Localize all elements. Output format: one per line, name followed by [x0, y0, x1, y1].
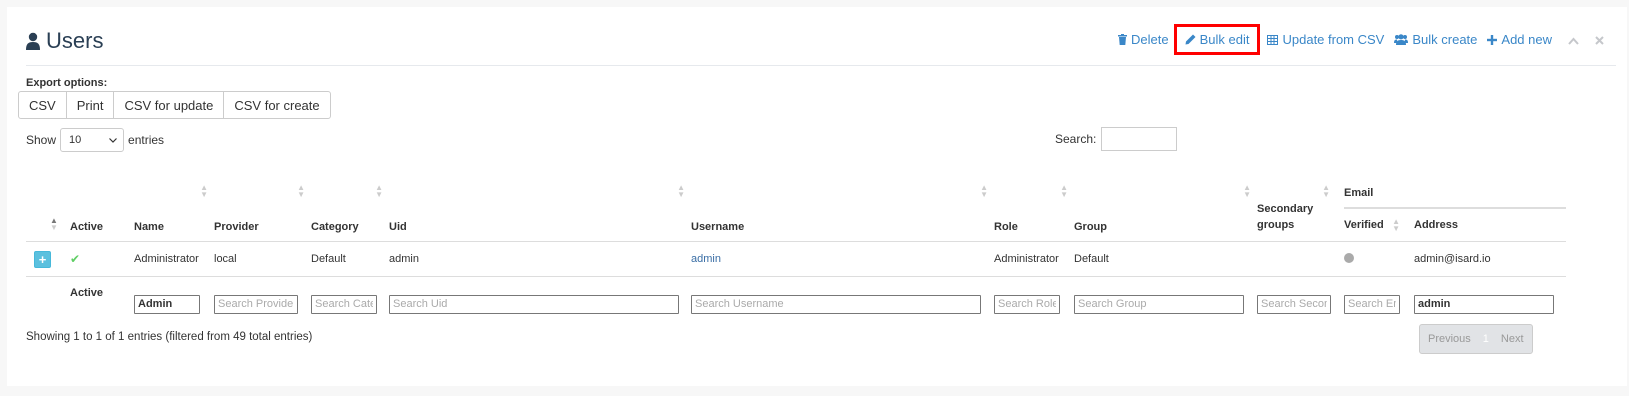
check-icon: ✔: [70, 252, 81, 266]
entries-select[interactable]: 10: [60, 128, 125, 152]
panel-header: Users Delete Bulk edit Update from CSV B…: [26, 24, 1616, 66]
email-group-header: Email: [1344, 167, 1566, 209]
users-panel: Users Delete Bulk edit Update from CSV B…: [7, 7, 1627, 386]
active-cell: ✔: [70, 242, 134, 277]
entries-label: entries: [128, 133, 165, 147]
delete-label: Delete: [1131, 32, 1169, 47]
trash-icon: [1118, 34, 1128, 45]
filter-role-input[interactable]: [994, 294, 1060, 314]
show-label: Show: [26, 133, 57, 147]
export-csv-button[interactable]: CSV: [18, 91, 67, 119]
add-new-label: Add new: [1501, 32, 1552, 47]
export-options-label: Export options:: [26, 77, 108, 89]
bulk-create-label: Bulk create: [1412, 32, 1478, 47]
export-csv-create-button[interactable]: CSV for create: [223, 91, 331, 119]
filter-address-input[interactable]: [1414, 294, 1554, 314]
col-name-label: Name: [134, 221, 164, 233]
export-csv-update-button[interactable]: CSV for update: [113, 91, 225, 119]
table-icon: [1267, 34, 1279, 45]
update-from-csv-button[interactable]: Update from CSV: [1267, 32, 1384, 47]
user-icon: [26, 32, 40, 50]
role-cell: Administrator: [994, 253, 1059, 265]
col-address-label: Address: [1414, 219, 1459, 231]
toolbar: Delete Bulk edit Update from CSV Bulk cr…: [1108, 24, 1604, 55]
expand-row-button[interactable]: +: [34, 250, 51, 268]
update-from-csv-label: Update from CSV: [1282, 32, 1385, 47]
page-title: Users: [26, 28, 103, 54]
entries-select-value: 10: [69, 134, 82, 146]
filter-provider-input[interactable]: [214, 294, 298, 314]
category-cell: Default: [311, 253, 346, 265]
table-row: + ✔ Administrator local Default admin ad…: [26, 242, 1566, 277]
previous-button[interactable]: Previous: [1420, 325, 1479, 353]
filter-uid-input[interactable]: [389, 294, 679, 314]
col-group-label: Group: [1074, 221, 1107, 233]
col-category-label: Category: [311, 221, 359, 233]
users-table: ▲ ▼ Active Name ▲ ▼ Provider ▲ ▼ Category ▲…: [26, 167, 1566, 331]
col-secondary-groups-header[interactable]: Secondary groups ▲ ▼: [1257, 167, 1344, 242]
entries-length: Show 10 entries: [26, 128, 164, 152]
chevron-down-icon: [109, 137, 117, 143]
filter-secondary-groups-input[interactable]: [1257, 294, 1331, 314]
col-role-label: Role: [994, 221, 1018, 233]
filter-active-label: Active: [70, 276, 134, 331]
address-cell: admin@isard.io: [1414, 253, 1491, 265]
col-name-header[interactable]: Name ▲ ▼: [134, 167, 214, 242]
table-search: Search:: [1055, 127, 1178, 151]
bulk-edit-label: Bulk edit: [1199, 32, 1250, 47]
group-cell: Default: [1074, 253, 1109, 265]
unverified-dot-icon: [1344, 252, 1354, 263]
col-provider-label: Provider: [214, 221, 259, 233]
col-uid-label: Uid: [389, 221, 407, 233]
name-cell: Administrator: [134, 253, 199, 265]
table-info: Showing 1 to 1 of 1 entries (filtered fr…: [26, 331, 313, 343]
filter-category-input[interactable]: [311, 294, 377, 314]
add-new-button[interactable]: Add new: [1487, 32, 1552, 47]
col-username-header[interactable]: Username ▲ ▼: [691, 167, 994, 242]
filter-username-input[interactable]: [691, 294, 981, 314]
export-print-button[interactable]: Print: [65, 91, 115, 119]
bulk-edit-button[interactable]: Bulk edit: [1173, 24, 1261, 55]
bulk-create-button[interactable]: Bulk create: [1394, 32, 1477, 47]
page-1-button[interactable]: 1: [1478, 325, 1493, 353]
next-button[interactable]: Next: [1493, 325, 1532, 353]
col-expand-header[interactable]: ▲ ▼: [26, 167, 70, 242]
col-active-header[interactable]: Active: [70, 167, 134, 242]
pencil-icon: [1185, 34, 1196, 45]
export-buttons: CSV Print CSV for update CSV for create: [18, 91, 331, 119]
secondary-groups-cell: [1257, 242, 1344, 277]
close-icon[interactable]: [1595, 32, 1604, 48]
chevron-up-icon[interactable]: [1568, 32, 1579, 48]
pagination: Previous 1 Next: [1419, 324, 1533, 354]
username-cell: admin: [691, 242, 994, 277]
col-verified-label: Verified: [1344, 219, 1384, 231]
username-link[interactable]: admin: [691, 253, 721, 265]
uid-cell: admin: [389, 253, 419, 265]
page-title-text: Users: [46, 28, 104, 53]
filter-group-input[interactable]: [1074, 294, 1244, 314]
col-uid-header[interactable]: Uid ▲ ▼: [389, 167, 691, 242]
provider-cell: local: [214, 253, 237, 265]
col-address-header[interactable]: Address: [1414, 208, 1566, 242]
filter-row: Active: [26, 276, 1566, 331]
col-role-header[interactable]: Role ▲ ▼: [994, 167, 1074, 242]
col-provider-header[interactable]: Provider ▲ ▼: [214, 167, 311, 242]
filter-verified-input[interactable]: [1344, 294, 1400, 314]
col-secondary-groups-label: Secondary groups: [1257, 203, 1314, 231]
verified-cell: [1344, 242, 1414, 277]
delete-button[interactable]: Delete: [1118, 32, 1169, 47]
col-username-label: Username: [691, 221, 745, 233]
search-input[interactable]: [1101, 127, 1178, 151]
col-active-label: Active: [70, 221, 104, 233]
search-label: Search:: [1055, 132, 1097, 146]
email-group-label: Email: [1344, 187, 1374, 199]
col-group-header[interactable]: Group ▲ ▼: [1074, 167, 1257, 242]
col-verified-header[interactable]: Verified ▲ ▼: [1344, 208, 1414, 242]
filter-name-input[interactable]: [134, 294, 200, 314]
users-icon: [1394, 34, 1409, 45]
expand-cell: +: [26, 242, 70, 277]
filter-empty-cell: [26, 276, 70, 331]
plus-icon: [1487, 34, 1498, 45]
col-category-header[interactable]: Category ▲ ▼: [311, 167, 389, 242]
